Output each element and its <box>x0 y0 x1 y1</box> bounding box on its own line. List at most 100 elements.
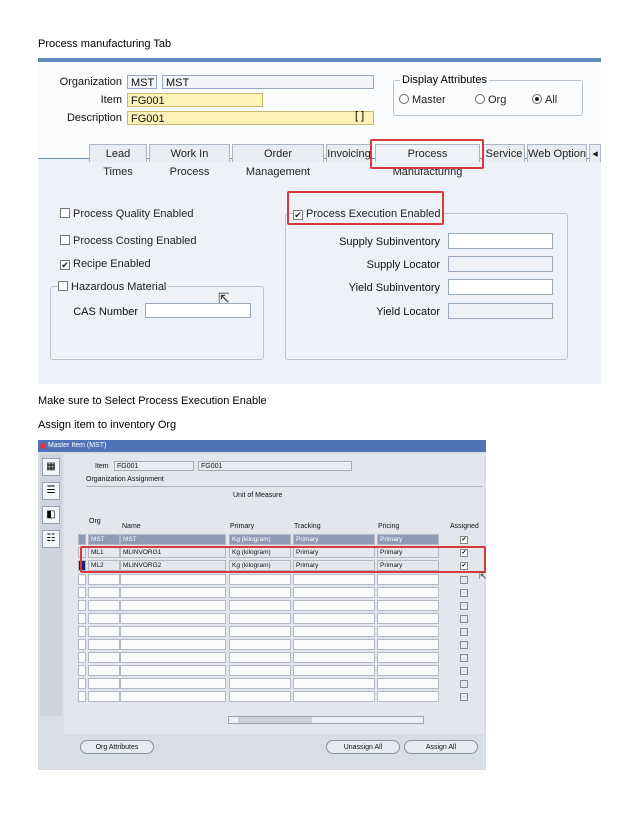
yield-locator-field[interactable] <box>448 303 553 319</box>
empty-cell[interactable] <box>377 574 439 585</box>
empty-cell[interactable] <box>78 574 86 585</box>
empty-cell[interactable] <box>229 665 291 676</box>
item-code-field[interactable]: FG001 <box>114 461 194 471</box>
empty-cell[interactable] <box>120 600 226 611</box>
empty-cell[interactable] <box>229 574 291 585</box>
supply-subinventory-field[interactable] <box>448 233 553 249</box>
empty-cell[interactable] <box>88 678 120 689</box>
assign-all-button[interactable]: Assign All <box>404 740 478 754</box>
empty-cell[interactable] <box>377 587 439 598</box>
tab-lead-times[interactable]: Lead Times <box>89 144 147 178</box>
empty-cell[interactable] <box>229 652 291 663</box>
recipe-enabled-checkbox[interactable]: ✔ Recipe Enabled <box>60 258 151 270</box>
empty-cell[interactable] <box>88 652 120 663</box>
empty-cell[interactable] <box>78 678 86 689</box>
empty-cell[interactable] <box>293 574 375 585</box>
empty-cell[interactable] <box>293 665 375 676</box>
empty-cell[interactable] <box>293 587 375 598</box>
empty-assigned-checkbox[interactable] <box>460 602 468 610</box>
radio-master[interactable]: Master <box>399 94 446 106</box>
empty-cell[interactable] <box>293 613 375 624</box>
row-pricing-cell[interactable]: Primary <box>377 534 439 545</box>
process-quality-enabled-checkbox[interactable]: Process Quality Enabled <box>60 208 193 220</box>
empty-cell[interactable] <box>78 639 86 650</box>
item-desc-field[interactable]: FG001 <box>198 461 352 471</box>
empty-assigned-checkbox[interactable] <box>460 680 468 688</box>
empty-cell[interactable] <box>377 639 439 650</box>
empty-cell[interactable] <box>377 600 439 611</box>
row-org-cell[interactable]: MST <box>88 534 120 545</box>
empty-cell[interactable] <box>377 665 439 676</box>
empty-cell[interactable] <box>120 639 226 650</box>
empty-cell[interactable] <box>120 587 226 598</box>
empty-cell[interactable] <box>229 600 291 611</box>
empty-cell[interactable] <box>229 678 291 689</box>
empty-cell[interactable] <box>120 691 226 702</box>
item-attributes-icon[interactable]: ▦ <box>42 458 60 476</box>
organization-name-field[interactable]: MST <box>162 75 374 89</box>
empty-cell[interactable] <box>78 613 86 624</box>
empty-cell[interactable] <box>88 613 120 624</box>
empty-cell[interactable] <box>78 652 86 663</box>
cas-number-field[interactable] <box>145 303 251 318</box>
empty-cell[interactable] <box>88 600 120 611</box>
row-assigned-checkbox[interactable]: ✔ <box>460 536 468 544</box>
empty-cell[interactable] <box>120 574 226 585</box>
categories-icon[interactable]: ◧ <box>42 506 60 524</box>
empty-assigned-checkbox[interactable] <box>460 667 468 675</box>
org-attributes-button[interactable]: Org Attributes <box>80 740 154 754</box>
empty-cell[interactable] <box>88 639 120 650</box>
yield-subinventory-field[interactable] <box>448 279 553 295</box>
empty-cell[interactable] <box>88 626 120 637</box>
radio-org[interactable]: Org <box>475 94 506 106</box>
empty-cell[interactable] <box>78 600 86 611</box>
empty-cell[interactable] <box>229 691 291 702</box>
scrollbar-thumb[interactable] <box>238 717 312 723</box>
empty-cell[interactable] <box>120 652 226 663</box>
row-selector[interactable] <box>78 534 86 545</box>
empty-assigned-checkbox[interactable] <box>460 641 468 649</box>
empty-assigned-checkbox[interactable] <box>460 693 468 701</box>
empty-cell[interactable] <box>229 639 291 650</box>
tab-work-in-process[interactable]: Work In Process <box>149 144 230 178</box>
empty-cell[interactable] <box>120 626 226 637</box>
empty-cell[interactable] <box>229 613 291 624</box>
tab-order-management[interactable]: Order Management <box>232 144 324 178</box>
hazardous-material-checkbox[interactable]: Hazardous Material <box>58 281 169 293</box>
empty-cell[interactable] <box>88 574 120 585</box>
empty-cell[interactable] <box>78 691 86 702</box>
process-costing-enabled-checkbox[interactable]: Process Costing Enabled <box>60 235 197 247</box>
empty-cell[interactable] <box>88 665 120 676</box>
organization-code-field[interactable]: MST <box>127 75 157 89</box>
empty-cell[interactable] <box>120 678 226 689</box>
empty-cell[interactable] <box>78 665 86 676</box>
supply-locator-field[interactable] <box>448 256 553 272</box>
row-primary-cell[interactable]: Kg (kilogram) <box>229 534 291 545</box>
row-tracking-cell[interactable]: Primary <box>293 534 375 545</box>
empty-cell[interactable] <box>120 665 226 676</box>
tab-invoicing[interactable]: Invoicing <box>326 144 372 162</box>
empty-cell[interactable] <box>377 652 439 663</box>
empty-cell[interactable] <box>120 613 226 624</box>
empty-cell[interactable] <box>293 639 375 650</box>
empty-cell[interactable] <box>88 587 120 598</box>
description-field[interactable]: FG001 <box>127 111 374 125</box>
empty-cell[interactable] <box>377 626 439 637</box>
item-field[interactable]: FG001 <box>127 93 263 107</box>
empty-cell[interactable] <box>78 587 86 598</box>
empty-cell[interactable] <box>293 678 375 689</box>
empty-cell[interactable] <box>229 626 291 637</box>
empty-assigned-checkbox[interactable] <box>460 615 468 623</box>
empty-cell[interactable] <box>377 678 439 689</box>
empty-cell[interactable] <box>293 691 375 702</box>
empty-cell[interactable] <box>377 613 439 624</box>
unassign-all-button[interactable]: Unassign All <box>326 740 400 754</box>
tab-service[interactable]: Service <box>483 144 525 162</box>
empty-cell[interactable] <box>78 626 86 637</box>
org-list-icon[interactable]: ☷ <box>42 530 60 548</box>
empty-cell[interactable] <box>88 691 120 702</box>
empty-assigned-checkbox[interactable] <box>460 589 468 597</box>
tab-web-option[interactable]: Web Option <box>527 144 587 162</box>
empty-assigned-checkbox[interactable] <box>460 576 468 584</box>
empty-assigned-checkbox[interactable] <box>460 654 468 662</box>
